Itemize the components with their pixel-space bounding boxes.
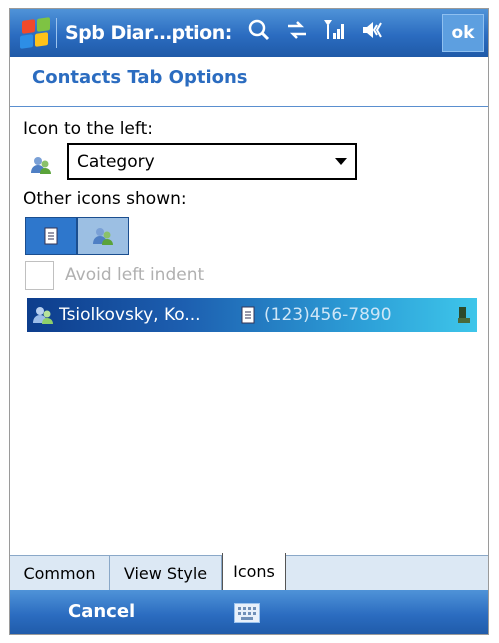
avoid-indent-checkbox[interactable] (25, 261, 54, 290)
icon-left-dropdown[interactable]: Category (67, 143, 357, 180)
avoid-indent-label: Avoid left indent (65, 265, 205, 285)
preview-phone: (123)456-7890 (264, 305, 392, 325)
chevron-down-icon[interactable] (335, 158, 347, 165)
title-bar: Spb Diar…ption: ok (10, 9, 488, 57)
search-icon[interactable] (240, 18, 278, 48)
device-screen: Spb Diar…ption: ok Contacts Tab Options … (9, 8, 489, 635)
window-title: Spb Diar…ption: (65, 22, 232, 44)
other-icons-toggles (25, 217, 129, 255)
tab-icons[interactable]: Icons (222, 553, 286, 591)
category-icon (33, 307, 53, 324)
icon-left-selected: Category (77, 151, 155, 172)
title-separator (56, 18, 57, 48)
volume-icon[interactable] (354, 18, 392, 48)
preview-contact-name: Tsiolkovsky, Ko... (59, 305, 201, 325)
cancel-button[interactable]: Cancel (68, 601, 135, 622)
tab-view-style[interactable]: View Style (110, 556, 222, 590)
soft-key-bar: Cancel (10, 590, 488, 634)
category-icon (93, 228, 113, 245)
note-icon (234, 306, 262, 324)
tab-common[interactable]: Common (10, 556, 110, 590)
category-icon (30, 154, 52, 176)
signal-icon[interactable] (316, 17, 354, 49)
page-title: Contacts Tab Options (32, 67, 248, 88)
note-icon-toggle[interactable] (25, 217, 77, 255)
icon-left-label: Icon to the left: (23, 119, 153, 139)
tab-strip: Common View Style Icons (10, 553, 488, 591)
note-icon (44, 227, 58, 245)
other-icons-label: Other icons shown: (23, 189, 187, 209)
header-divider (10, 106, 488, 107)
category-icon-toggle[interactable] (77, 217, 129, 255)
ok-button[interactable]: ok (442, 14, 484, 52)
keyboard-icon[interactable] (234, 603, 260, 623)
connectivity-icon[interactable] (278, 18, 316, 48)
contact-preview-row: Tsiolkovsky, Ko... (123)456-7890 (27, 298, 477, 332)
windows-start-icon[interactable] (16, 15, 52, 51)
phone-icon (451, 306, 477, 324)
